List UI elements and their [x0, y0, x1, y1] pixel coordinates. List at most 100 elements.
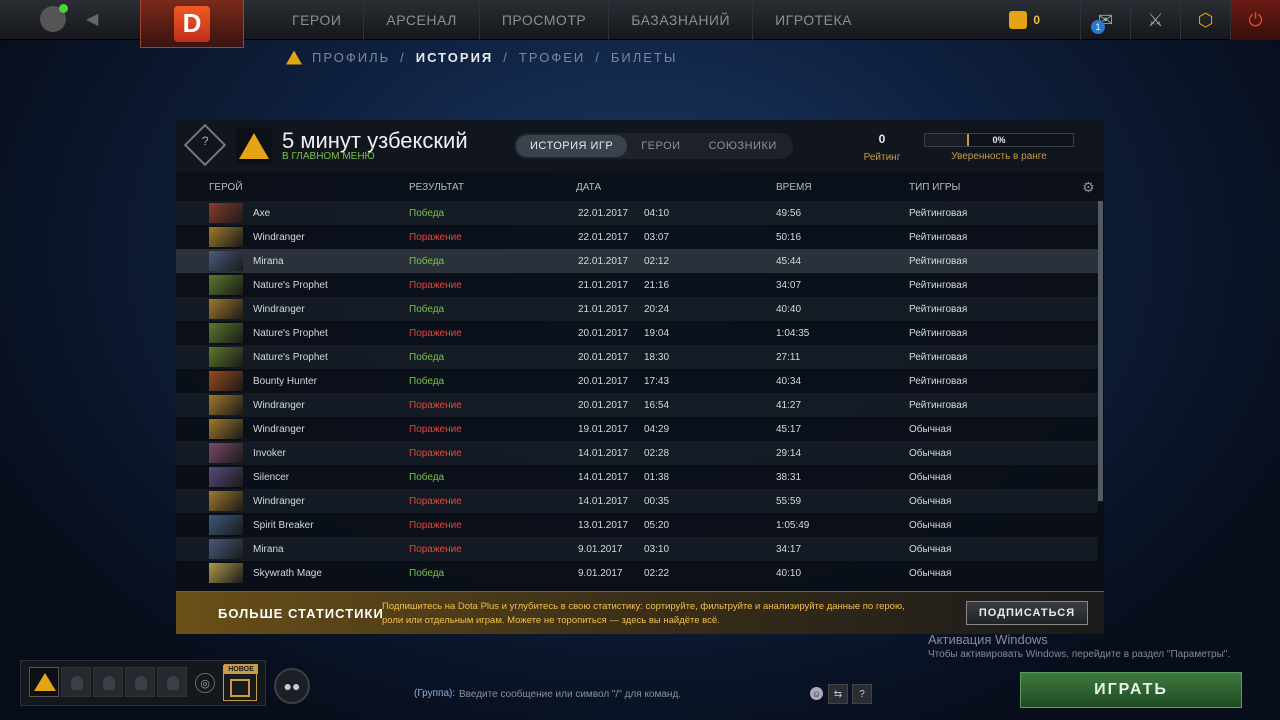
hero-portrait — [209, 299, 243, 319]
tab-allies[interactable]: СОЮЗНИКИ — [695, 135, 791, 157]
table-row[interactable]: Windranger Поражение 14.01.2017 00:35 55:59 О… — [176, 489, 1098, 513]
match-date: 21.01.2017 — [578, 280, 629, 291]
nav-heroes[interactable]: ГЕРОИ — [270, 0, 365, 40]
table-row[interactable]: Silencer Победа 14.01.2017 01:38 38:31 Обычна… — [176, 465, 1098, 489]
hero-portrait — [209, 227, 243, 247]
subscribe-button[interactable]: ПОДПИСАТЬСЯ — [966, 601, 1088, 625]
subnav-separator: / — [400, 50, 406, 65]
table-row[interactable]: Nature's Prophet Поражение 20.01.2017 19:04… — [176, 321, 1098, 345]
hero-portrait — [209, 203, 243, 223]
table-row[interactable]: Windranger Поражение 22.01.2017 03:07 50:16 Р… — [176, 225, 1098, 249]
table-row[interactable]: Bounty Hunter Победа 20.01.2017 17:43 40:34 Р… — [176, 369, 1098, 393]
match-duration: 40:34 — [776, 376, 802, 387]
profile-triangle-icon — [286, 50, 302, 65]
party-slot-empty[interactable] — [93, 667, 123, 697]
shards-count: 0 — [1033, 13, 1040, 27]
subnav-tickets[interactable]: БИЛЕТЫ — [611, 50, 678, 65]
nav-arcade[interactable]: ИГРОТЕКА — [753, 0, 874, 40]
table-row[interactable]: Skywrath Mage Победа 9.01.2017 02:22 40:10 Об… — [176, 561, 1098, 585]
emoji-icon[interactable]: ☺ — [810, 687, 823, 700]
table-row[interactable]: Spirit Breaker Поражение 13.01.2017 05:20 1:… — [176, 513, 1098, 537]
table-settings-gear-icon[interactable]: ⚙ — [1082, 179, 1095, 196]
mail-button[interactable]: ✉ 1 — [1080, 0, 1130, 40]
tab-heroes[interactable]: ГЕРОИ — [627, 135, 694, 157]
hero-portrait — [209, 563, 243, 583]
back-arrow-icon[interactable]: ◀ — [86, 9, 98, 29]
match-date: 14.01.2017 — [578, 448, 629, 459]
nav-armory[interactable]: АРСЕНАЛ — [364, 0, 480, 40]
inventory-button[interactable]: ⚔ — [1130, 0, 1180, 40]
match-game-type: Обычная — [909, 496, 952, 507]
hero-name: Windranger — [253, 232, 305, 243]
person-icon — [71, 676, 83, 690]
subnav-history[interactable]: ИСТОРИЯ — [416, 50, 494, 65]
dota-plus-button[interactable]: ⬡ — [1180, 0, 1230, 40]
match-start-time: 18:30 — [644, 352, 670, 363]
rank-emblem-icon: ? — [183, 123, 227, 167]
chat-bar: (Группа): ☺ ⇆ ? — [414, 684, 872, 704]
match-game-type: Рейтинговая — [909, 328, 968, 339]
party-slot-empty[interactable] — [61, 667, 91, 697]
hero-portrait — [209, 323, 243, 343]
tab-match-history[interactable]: ИСТОРИЯ ИГР — [516, 135, 628, 157]
match-start-time: 04:29 — [644, 424, 670, 435]
match-game-type: Обычная — [909, 472, 952, 483]
match-game-type: Обычная — [909, 544, 952, 555]
power-button[interactable]: ⏻ — [1230, 0, 1280, 40]
table-row[interactable]: Invoker Поражение 14.01.2017 02:28 29:14 Обыч… — [176, 441, 1098, 465]
dota-home-button[interactable]: D — [140, 0, 244, 48]
match-start-time: 00:35 — [644, 496, 670, 507]
table-row[interactable]: Windranger Победа 21.01.2017 20:24 40:40 Рейт… — [176, 297, 1098, 321]
match-start-time: 21:16 — [644, 280, 670, 291]
chat-input[interactable] — [459, 684, 809, 704]
shards-display[interactable]: 0 — [1009, 11, 1040, 29]
table-row[interactable]: Axe Победа 22.01.2017 04:10 49:56 Рейтинговая — [176, 201, 1098, 225]
match-result: Победа — [409, 304, 445, 315]
hero-name: Axe — [253, 208, 271, 219]
table-row[interactable]: Nature's Prophet Победа 20.01.2017 18:30 27:… — [176, 345, 1098, 369]
col-result[interactable]: РЕЗУЛЬТАТ — [409, 182, 464, 193]
party-slot-empty[interactable] — [157, 667, 187, 697]
table-row[interactable]: Mirana Поражение 9.01.2017 03:10 34:17 Обычна… — [176, 537, 1098, 561]
subnav-separator: / — [503, 50, 509, 65]
match-game-type: Обычная — [909, 568, 952, 579]
table-row[interactable]: Windranger Поражение 19.01.2017 04:29 45:17 О… — [176, 417, 1098, 441]
col-duration[interactable]: ВРЕМЯ — [776, 182, 812, 193]
friends-button[interactable]: ●● — [274, 668, 310, 704]
match-date: 14.01.2017 — [578, 472, 629, 483]
match-start-time: 02:22 — [644, 568, 670, 579]
match-duration: 50:16 — [776, 232, 802, 243]
match-duration: 41:27 — [776, 400, 802, 411]
col-date[interactable]: ДАТА — [576, 182, 601, 193]
confidence-label: Уверенность в ранге — [951, 151, 1047, 162]
headset-icon[interactable]: ◎ — [195, 673, 215, 693]
match-duration: 45:44 — [776, 256, 802, 267]
match-start-time: 02:28 — [644, 448, 670, 459]
party-slot-empty[interactable] — [125, 667, 155, 697]
match-result: Победа — [409, 568, 445, 579]
table-row[interactable]: Windranger Поражение 20.01.2017 16:54 41:27 Р… — [176, 393, 1098, 417]
scrollbar[interactable] — [1098, 201, 1103, 501]
promo-title: БОЛЬШЕ СТАТИСТИКИ — [218, 606, 384, 621]
nav-watch[interactable]: ПРОСМОТР — [480, 0, 610, 40]
dota-logo-icon: D — [174, 5, 210, 42]
hero-name: Spirit Breaker — [253, 520, 314, 531]
table-row[interactable]: Mirana Победа 22.01.2017 02:12 45:44 Рейтинго… — [176, 249, 1098, 273]
col-hero[interactable]: ГЕРОЙ — [209, 182, 243, 193]
play-button[interactable]: ИГРАТЬ — [1020, 672, 1242, 708]
chat-channel-label[interactable]: (Группа): — [414, 688, 455, 699]
confidence-value: 0% — [992, 135, 1006, 145]
party-slot-self[interactable] — [29, 667, 59, 697]
profile-header: ? 5 минут узбекский В ГЛАВНОМ МЕНЮ ИСТОР… — [176, 120, 1104, 172]
subnav-profile[interactable]: ПРОФИЛЬ — [312, 50, 390, 65]
new-item-card[interactable]: НОВОЕ — [223, 664, 258, 701]
table-row[interactable]: Nature's Prophet Поражение 21.01.2017 21:16… — [176, 273, 1098, 297]
settings-gear-icon[interactable] — [40, 4, 68, 32]
help-button[interactable]: ? — [852, 684, 872, 704]
match-history-panel: ? 5 минут узбекский В ГЛАВНОМ МЕНЮ ИСТОР… — [176, 120, 1104, 634]
chat-wheel-icon[interactable]: ⇆ — [828, 684, 848, 704]
col-game-type[interactable]: ТИП ИГРЫ — [909, 182, 960, 193]
nav-learn[interactable]: БАЗАЗНАНИЙ — [609, 0, 754, 40]
player-status: В ГЛАВНОМ МЕНЮ — [282, 151, 375, 162]
subnav-trophies[interactable]: ТРОФЕИ — [519, 50, 585, 65]
